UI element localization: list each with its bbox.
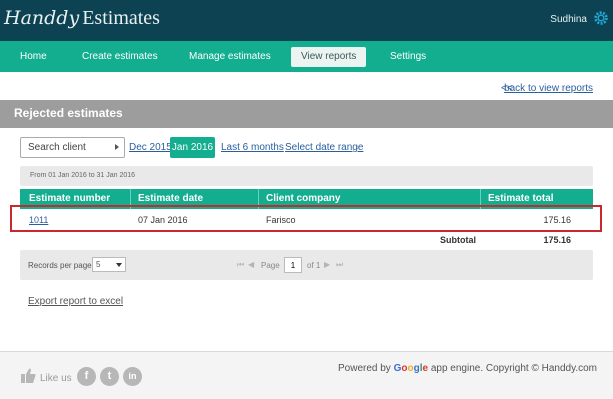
caret-right-icon	[115, 144, 119, 150]
current-month-button[interactable]: Jan 2016	[170, 137, 215, 158]
records-per-page-select[interactable]: 5	[92, 257, 126, 272]
prev-page-icon[interactable]: ◀	[248, 260, 254, 269]
pagination-bar: Records per page 5 ⏮ ◀ Page of 1 ▶ ⏭	[20, 250, 593, 280]
export-excel-link[interactable]: Export report to excel	[28, 296, 123, 307]
nav-settings[interactable]: Settings	[390, 41, 426, 72]
logo-text: Estimates	[82, 7, 160, 29]
powered-prefix: Powered by	[338, 363, 391, 374]
user-name[interactable]: Sudhina	[550, 14, 587, 25]
like-us-label: Like us	[40, 373, 72, 384]
chevron-down-icon	[116, 263, 122, 267]
subtotal-label: Subtotal	[440, 235, 476, 245]
date-range-bar: From 01 Jan 2016 to 31 Jan 2016	[20, 166, 593, 186]
last-page-icon[interactable]: ⏭	[336, 260, 343, 270]
page-label: Page	[261, 261, 280, 270]
records-per-page-label: Records per page	[28, 261, 92, 270]
powered-suffix: app engine. Copyright © Handdy.com	[430, 363, 597, 374]
date-range-text: From 01 Jan 2016 to 31 Jan 2016	[30, 172, 136, 179]
chevron-right-icon: ›	[356, 142, 360, 153]
nav-home[interactable]: Home	[20, 41, 47, 72]
thumbs-up-icon	[21, 368, 36, 383]
panel-header: Rejected estimates	[0, 100, 613, 128]
highlight-box	[10, 205, 602, 232]
subtotal-row: Subtotal 175.16	[20, 232, 593, 248]
google-letter: e	[422, 363, 429, 374]
search-client-dropdown[interactable]: Search client	[20, 137, 125, 158]
twitter-icon[interactable]: t	[100, 367, 119, 386]
next-page-icon[interactable]: ▶	[324, 260, 330, 269]
linkedin-icon[interactable]: in	[123, 367, 142, 386]
facebook-icon[interactable]: f	[77, 367, 96, 386]
google-logo: Google	[394, 363, 428, 374]
records-per-page-value: 5	[96, 260, 101, 269]
subtotal-value: 175.16	[543, 235, 571, 245]
page-title: Rejected estimates	[14, 106, 123, 120]
nav-view-reports[interactable]: View reports	[291, 47, 367, 67]
prev-month-link[interactable]: Dec 2015	[129, 142, 172, 153]
top-bar: Handdy Estimates Sudhina	[0, 0, 613, 41]
nav-manage-estimates[interactable]: Manage estimates	[189, 41, 271, 72]
back-to-reports-link[interactable]: back to view reports	[504, 83, 593, 94]
app-logo[interactable]: Handdy Estimates	[4, 7, 160, 30]
powered-by-text: Powered by Google app engine. Copyright …	[338, 363, 597, 374]
first-page-icon[interactable]: ⏮	[237, 260, 244, 270]
page-of-label: of 1	[307, 261, 321, 270]
page-number-input[interactable]	[284, 257, 302, 273]
main-nav: Home Create estimates Manage estimates V…	[0, 41, 613, 72]
nav-create-estimates[interactable]: Create estimates	[82, 41, 158, 72]
search-client-placeholder: Search client	[28, 142, 86, 153]
date-range-link[interactable]: Select date range	[285, 142, 363, 153]
gear-icon[interactable]	[592, 9, 610, 27]
logo-script: Handdy	[4, 7, 80, 29]
last-6-months-link[interactable]: Last 6 months	[221, 142, 284, 153]
